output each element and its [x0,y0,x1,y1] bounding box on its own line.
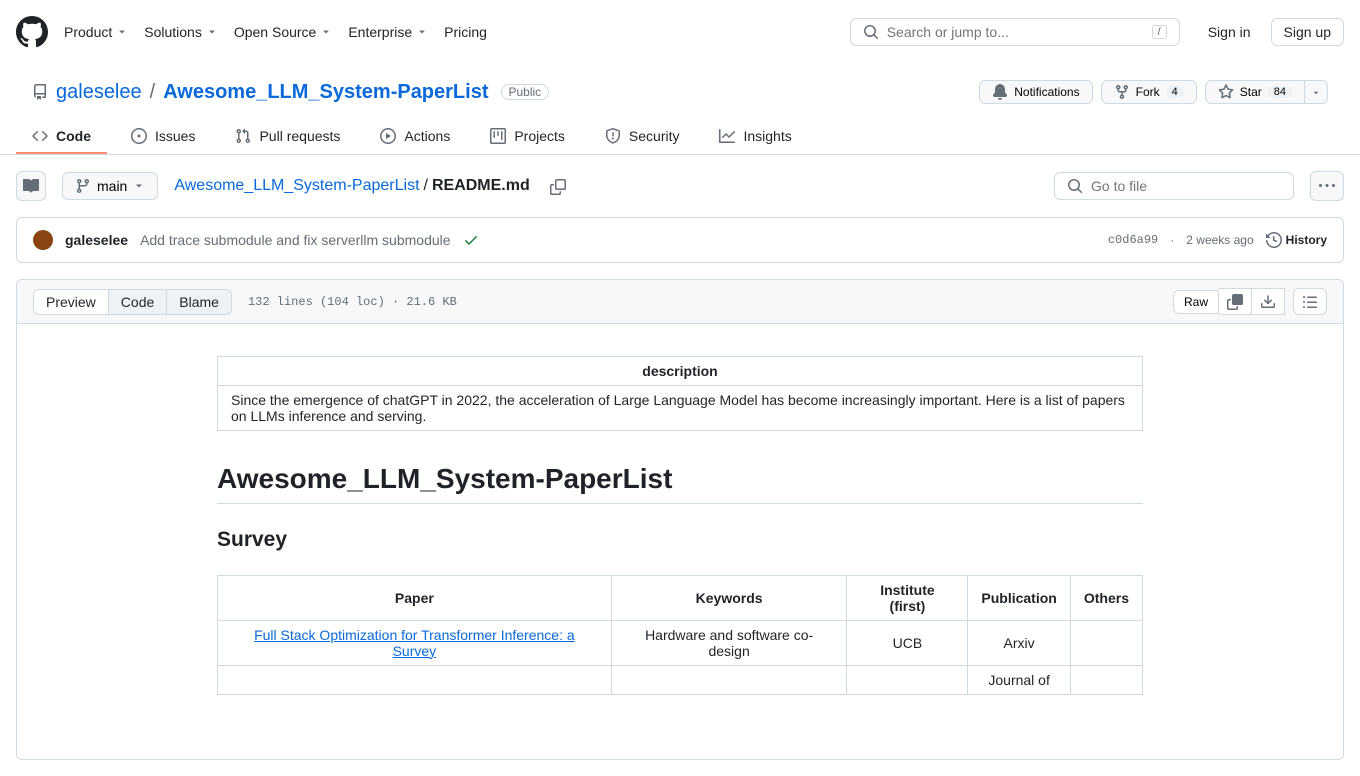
search-icon [1067,178,1083,194]
readme-content: description Since the emergence of chatG… [17,324,1343,759]
survey-table: Paper Keywords Institute (first) Publica… [217,575,1143,695]
kebab-icon [1319,178,1335,194]
search-input[interactable]: / [850,18,1180,46]
list-icon [1302,294,1318,310]
insights-icon [719,128,735,144]
tab-preview[interactable]: Preview [34,290,109,314]
commit-time: 2 weeks ago [1186,233,1253,247]
pull-request-icon [235,128,251,144]
history-button[interactable]: History [1266,232,1327,248]
raw-button[interactable]: Raw [1173,290,1219,314]
copy-path-button[interactable] [546,174,570,199]
commit-message[interactable]: Add trace submodule and fix serverllm su… [140,232,451,248]
star-count: 84 [1268,86,1292,98]
nav-enterprise[interactable]: Enterprise [348,24,428,40]
breadcrumb: Awesome_LLM_System-PaperList / README.md [174,177,529,195]
table-row: Journal of [218,665,1143,694]
chevron-down-icon [320,26,332,38]
repo-icon [32,84,48,100]
description-table: description Since the emergence of chatG… [217,356,1143,431]
readme-h2-survey: Survey [217,528,1143,558]
tab-security[interactable]: Security [589,120,696,154]
copy-icon [1227,294,1243,310]
code-icon [32,128,48,144]
star-button[interactable]: Star 84 [1205,80,1305,104]
tab-pull-requests[interactable]: Pull requests [219,120,356,154]
actions-icon [380,128,396,144]
branch-icon [75,178,91,194]
tab-actions[interactable]: Actions [364,120,466,154]
sign-in-link[interactable]: Sign in [1196,19,1263,45]
repo-separator: / [150,81,156,104]
readme-h1: Awesome_LLM_System-PaperList [217,463,1143,504]
chevron-down-icon [133,180,145,192]
chevron-down-icon [116,26,128,38]
slash-shortcut: / [1152,25,1167,39]
breadcrumb-repo-link[interactable]: Awesome_LLM_System-PaperList [174,177,419,195]
file-info: 132 lines (104 loc) · 21.6 KB [248,295,457,309]
issues-icon [131,128,147,144]
paper-link[interactable]: Full Stack Optimization for Transformer … [254,627,575,659]
chevron-down-icon [206,26,218,38]
nav-solutions[interactable]: Solutions [144,24,218,40]
commit-hash[interactable]: c0d6a99 [1108,233,1158,247]
check-icon[interactable] [463,232,479,248]
table-row: Full Stack Optimization for Transformer … [218,620,1143,665]
outline-button[interactable] [1293,288,1327,314]
bell-icon [992,84,1008,100]
repo-name-link[interactable]: Awesome_LLM_System-PaperList [163,81,488,104]
download-icon [1260,294,1276,310]
sign-up-button[interactable]: Sign up [1271,18,1344,46]
copy-icon [550,179,566,195]
avatar[interactable] [33,230,53,250]
nav-pricing[interactable]: Pricing [444,24,487,40]
tab-projects[interactable]: Projects [474,120,581,154]
breadcrumb-current: README.md [432,177,530,195]
go-to-file-input[interactable] [1054,172,1294,200]
tab-blame[interactable]: Blame [167,290,231,314]
sidebar-icon [23,178,39,194]
branch-selector[interactable]: main [62,172,158,200]
more-options-button[interactable] [1310,171,1344,201]
star-icon [1218,84,1234,100]
tab-code-view[interactable]: Code [109,290,167,314]
sidebar-toggle-button[interactable] [16,171,46,201]
nav-open-source[interactable]: Open Source [234,24,333,40]
fork-count: 4 [1166,86,1184,98]
star-dropdown[interactable] [1305,80,1328,104]
tab-issues[interactable]: Issues [115,120,211,154]
notifications-button[interactable]: Notifications [979,80,1092,104]
repo-owner-link[interactable]: galeselee [56,81,142,104]
copy-raw-button[interactable] [1219,288,1252,314]
history-icon [1266,232,1282,248]
download-raw-button[interactable] [1252,288,1285,314]
nav-product[interactable]: Product [64,24,128,40]
visibility-badge: Public [501,84,550,100]
commit-author[interactable]: galeselee [65,232,128,248]
tab-insights[interactable]: Insights [703,120,807,154]
tab-code[interactable]: Code [16,120,107,154]
chevron-down-icon [416,26,428,38]
chevron-down-icon [1311,88,1321,98]
github-logo-icon[interactable] [16,16,48,48]
fork-icon [1114,84,1130,100]
latest-commit: galeselee Add trace submodule and fix se… [16,217,1344,263]
search-icon [863,24,879,40]
fork-button[interactable]: Fork 4 [1101,80,1197,104]
shield-icon [605,128,621,144]
projects-icon [490,128,506,144]
